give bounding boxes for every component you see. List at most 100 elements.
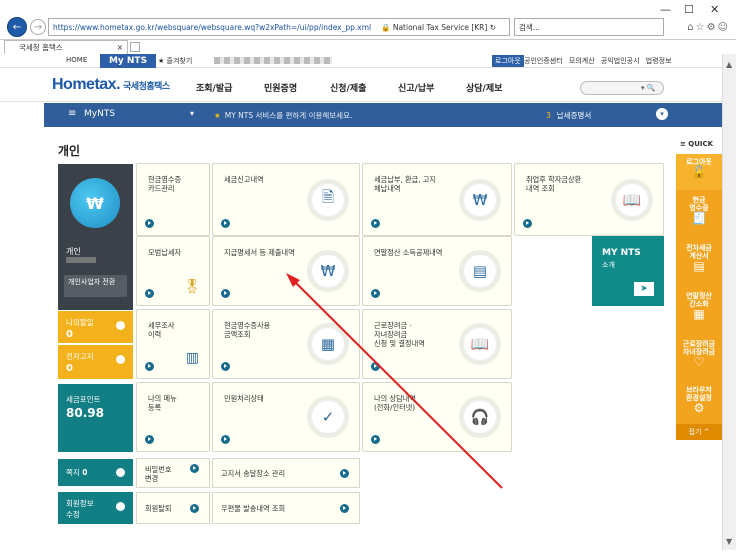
mynts-bar: ≡ MyNTS ▾ ★ MY NTS 서비스를 편하게 이용해보세요. 3 납세증명…: [44, 103, 722, 127]
gnb-menu[interactable]: 신고/납부: [398, 81, 434, 94]
vertical-scrollbar[interactable]: ▲ ▼: [722, 54, 736, 550]
quick-logout[interactable]: 로그아웃 🔓: [676, 154, 722, 190]
e-notice-tile[interactable]: 전자고지 0: [58, 345, 133, 379]
go-icon: [340, 504, 349, 513]
quick-menu: ≡ QUICK 로그아웃 🔓 현금 영수증 🧾 전자세금 계산서 ▤ 연말정산 간소화…: [676, 140, 722, 440]
mynts-title: MyNTS: [84, 109, 116, 119]
member-info-tile[interactable]: 회원정보 수정: [58, 492, 133, 524]
card-cash-receipt-card[interactable]: 현금영수증 카드관리: [136, 163, 210, 236]
mail-history-button[interactable]: 우편물 발송내역 조회: [212, 492, 360, 524]
card-consult-history[interactable]: 나의 상담내역 (전화/인터넷) 🎧: [362, 382, 512, 452]
medal-icon: 🎖: [183, 279, 201, 295]
redacted-name: [66, 257, 96, 263]
util-link[interactable]: 법령정보: [646, 57, 672, 65]
card-payment-statement[interactable]: 지급명세서 등 제출내역 ₩: [212, 236, 360, 306]
notice-address-button[interactable]: 고지서 송달장소 관리: [212, 458, 360, 488]
go-icon: [340, 469, 349, 478]
gnb-menu[interactable]: 신청/제출: [330, 81, 366, 94]
quick-earned-income[interactable]: 근로장려금 자녀장려금 ♡: [676, 340, 722, 368]
go-icon: [221, 289, 230, 298]
withdraw-button[interactable]: 회원탈퇴: [136, 492, 210, 524]
tax-cert-link[interactable]: 3 납세증명서: [546, 110, 591, 121]
todo-tile[interactable]: 나의할일 0: [58, 311, 133, 343]
utility-bar: HOME My NTS ★ 즐겨찾기 로그아웃 공인인증센터 모의계산 공익법인…: [0, 54, 722, 68]
card-earned-income-credit[interactable]: 근로장려금 · 자녀장려금 신청 및 결정내역 📖: [362, 309, 512, 379]
mynts-tab[interactable]: My NTS: [100, 54, 156, 68]
go-icon: [221, 219, 230, 228]
tab-strip: 국세청 홈택스 ×: [0, 40, 736, 54]
signpost-icon: ➤: [634, 282, 654, 296]
chevron-down-icon[interactable]: ▾: [656, 108, 668, 120]
quick-cash-receipt[interactable]: 현금 영수증 🧾: [676, 196, 722, 225]
card-student-loan[interactable]: 취업후 학자금상환 내역 조회 📖: [514, 163, 664, 236]
card-model-taxpayer[interactable]: 모범납세자 🎖: [136, 236, 210, 306]
browser-toolbar: — ☐ ✕ ← → https://www.hometax.go.kr/webs…: [0, 0, 736, 40]
forward-button[interactable]: →: [30, 19, 46, 35]
go-icon: [371, 219, 380, 228]
receipt-icon: ▦: [307, 323, 349, 365]
tab-close-icon[interactable]: ×: [117, 41, 123, 54]
gnb-menu[interactable]: 민원증명: [264, 81, 297, 94]
message-tile[interactable]: 쪽지 0: [58, 459, 133, 486]
address-bar[interactable]: https://www.hometax.go.kr/websquare/webs…: [48, 18, 510, 36]
quick-year-end[interactable]: 연말정산 간소화 ▦: [676, 292, 722, 320]
book-icon: 📖: [611, 178, 653, 221]
toolbar-icons[interactable]: ⌂☆⚙☺: [687, 22, 730, 33]
site-cert: 🔒 National Tax Service [KR] ↻: [381, 22, 496, 32]
star-icon: ★: [214, 111, 221, 120]
card-cash-receipt-usage[interactable]: 현금영수증사용 금액조회 ▦: [212, 309, 360, 379]
page-title: 개인: [58, 144, 81, 158]
quick-browser-settings[interactable]: 브라우저 환경설정 ⚙: [676, 386, 722, 414]
go-icon: [145, 219, 154, 228]
mynts-intro-tile[interactable]: MY NTS 소개 ➤: [592, 236, 664, 306]
business-switch-button[interactable]: 개인사업자 전환: [64, 275, 127, 297]
maximize-icon[interactable]: ☐: [684, 3, 694, 16]
hamburger-icon[interactable]: ≡: [68, 108, 76, 119]
back-button[interactable]: ←: [7, 17, 27, 37]
util-link[interactable]: 공익법인공시: [601, 57, 640, 65]
caret-down-icon[interactable]: ▾: [190, 109, 194, 118]
lock-icon: 🔓: [691, 165, 707, 179]
util-link[interactable]: 모의계산: [569, 57, 595, 65]
check-icon: ✓: [307, 396, 349, 438]
quick-collapse-button[interactable]: 접기 ^: [676, 424, 722, 440]
ledger-icon: ▤: [459, 250, 501, 292]
card-tax-payment-history[interactable]: 세금납부, 환급, 고지 체납내역 ₩: [362, 163, 512, 236]
close-icon[interactable]: ✕: [710, 3, 719, 16]
home-link[interactable]: HOME: [66, 56, 87, 64]
url-text: https://www.hometax.go.kr/websquare/webs…: [53, 22, 372, 32]
quick-e-invoice[interactable]: 전자세금 계산서 ▤: [676, 244, 722, 272]
browser-search-input[interactable]: 검색...: [514, 18, 664, 36]
go-icon: [371, 362, 380, 371]
go-icon: [145, 289, 154, 298]
card-petition-status[interactable]: 민원처리상태 ✓: [212, 382, 360, 452]
favorites-link[interactable]: ★ 즐겨찾기: [158, 56, 192, 66]
profile-panel: ₩ 개인 개인사업자 전환: [58, 164, 133, 310]
util-links: 공인인증센터 모의계산 공익법인공시 법령정보: [524, 56, 676, 66]
card-audit-history[interactable]: 세무조사 이력 ▥: [136, 309, 210, 379]
card-year-end-deduction[interactable]: 연말정산 소득공제내역 ▤: [362, 236, 512, 306]
gnb-menu[interactable]: 조회/발급: [196, 81, 232, 94]
hometax-logo[interactable]: Hometax. 국세청홈택스: [52, 76, 170, 94]
redacted-text: [214, 57, 332, 64]
won-doc-icon: ₩: [307, 250, 349, 292]
minimize-icon[interactable]: —: [660, 3, 671, 16]
quick-title: ≡ QUICK: [680, 140, 714, 148]
scroll-down-icon: ▼: [726, 537, 733, 546]
new-tab-button[interactable]: [130, 42, 140, 52]
logout-button[interactable]: 로그아웃: [492, 55, 524, 67]
browser-tab[interactable]: 국세청 홈택스 ×: [4, 40, 128, 54]
scroll-up-icon: ▲: [726, 60, 733, 69]
card-tax-return-history[interactable]: 세금신고내역 🗎: [212, 163, 360, 236]
site-search-input[interactable]: ▾ 🔍: [580, 81, 664, 95]
change-password-button[interactable]: 비밀번호 변경: [136, 458, 210, 488]
util-link[interactable]: 공인인증센터: [524, 57, 563, 65]
tax-point-tile[interactable]: 세금포인트 80.98: [58, 384, 133, 452]
go-icon: [221, 362, 230, 371]
go-icon: [221, 435, 230, 444]
gnb-menu[interactable]: 상담/제보: [466, 81, 502, 94]
binder-icon: ▥: [185, 350, 199, 366]
receipt-icon: 🧾: [691, 211, 707, 225]
go-icon: [523, 219, 532, 228]
card-my-menu[interactable]: 나의 메뉴 등록: [136, 382, 210, 452]
